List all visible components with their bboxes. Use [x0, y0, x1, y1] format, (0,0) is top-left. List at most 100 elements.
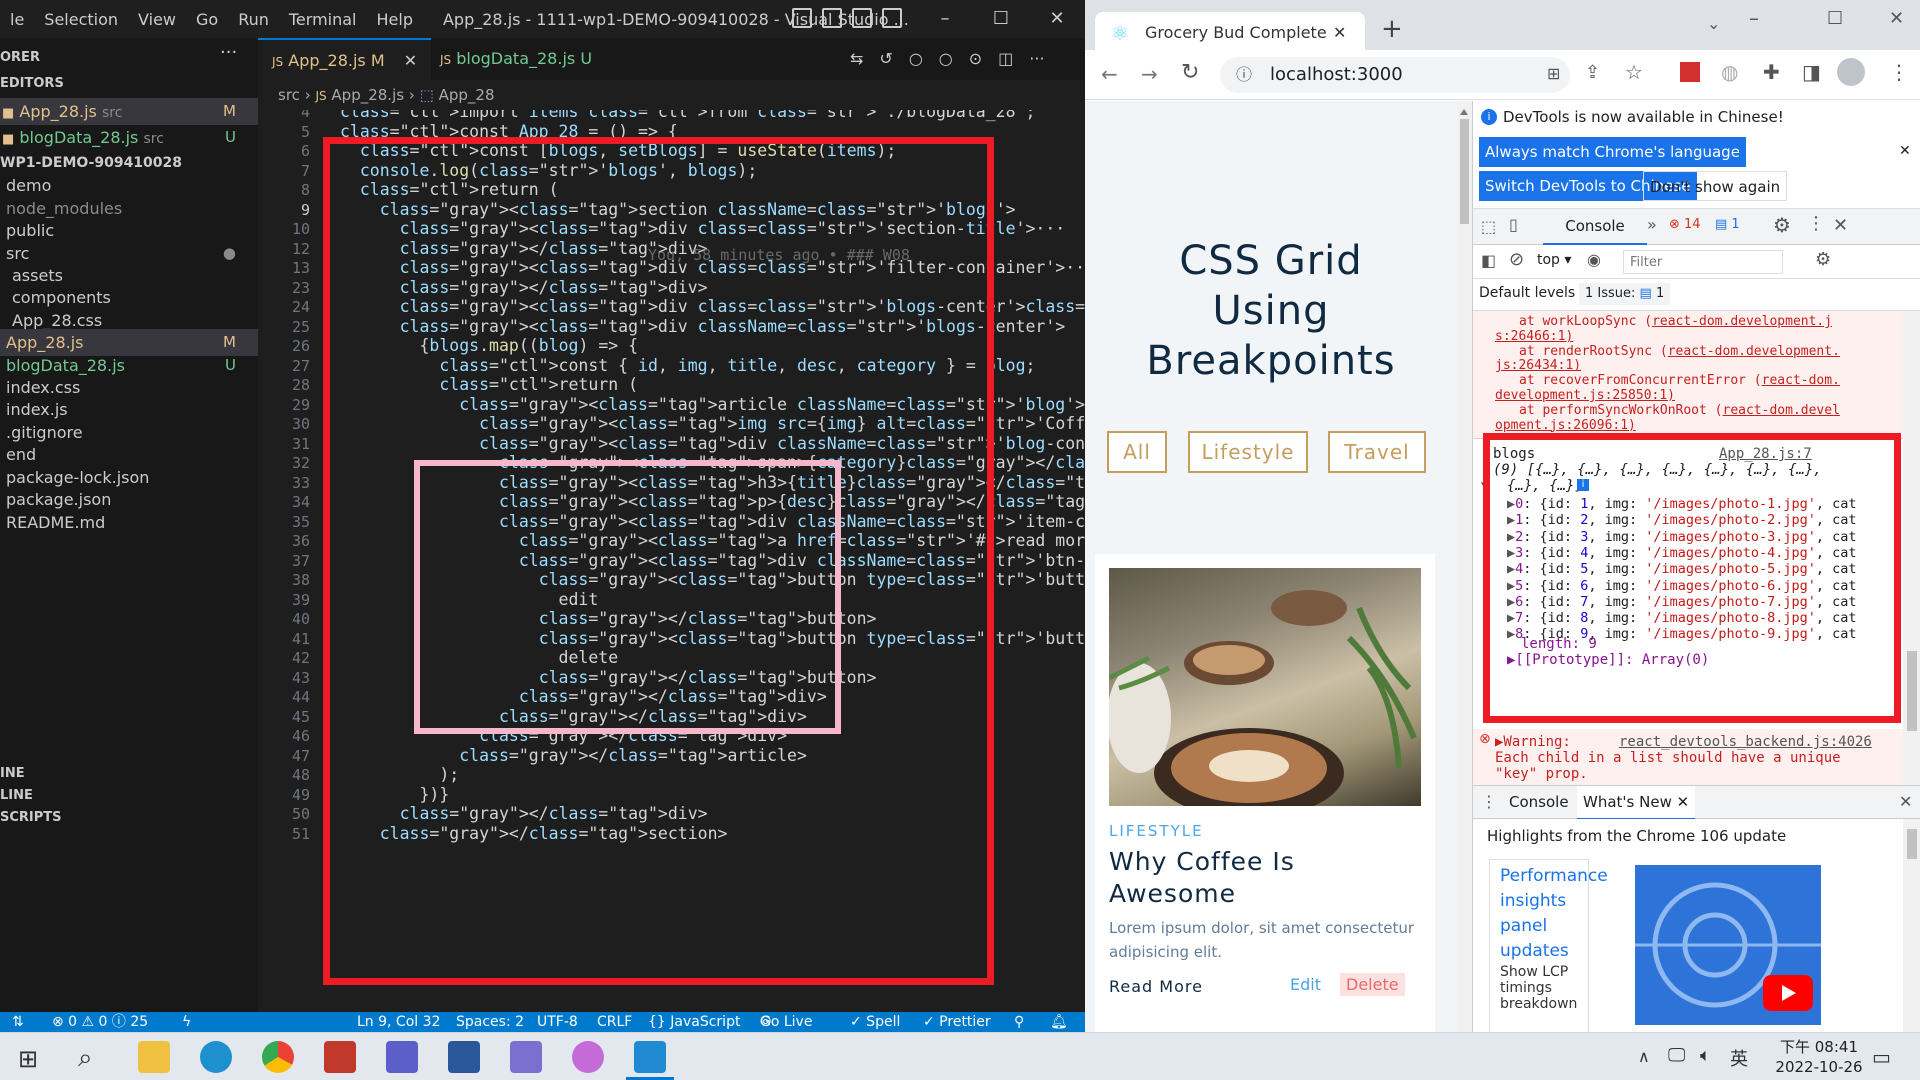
- menu-help[interactable]: Help: [367, 10, 423, 29]
- share-icon[interactable]: ⇪: [1585, 62, 1600, 83]
- context-selector[interactable]: top ▾: [1537, 252, 1571, 268]
- array-item[interactable]: ▶3: {id: 4, img: '/images/photo-4.jpg', …: [1507, 544, 1857, 562]
- address-bar[interactable]: ⓘ localhost:3000: [1220, 57, 1570, 93]
- breadcrumb-folder[interactable]: src: [278, 86, 300, 104]
- read-more-link[interactable]: Read More: [1109, 977, 1203, 996]
- menu-file[interactable]: le: [0, 10, 34, 29]
- array-item[interactable]: ▶7: {id: 8, img: '/images/photo-8.jpg', …: [1507, 609, 1857, 627]
- array-item[interactable]: ▶0: {id: 1, img: '/images/photo-1.jpg', …: [1507, 495, 1857, 513]
- tab-console[interactable]: Console: [1543, 209, 1647, 245]
- notification-center-icon[interactable]: ▭: [1872, 1045, 1891, 1069]
- indentation[interactable]: Spaces: 2: [456, 1012, 524, 1032]
- scrollbar-thumb[interactable]: [1460, 119, 1469, 224]
- tab-search-icon[interactable]: ⌄: [1707, 14, 1720, 33]
- word-icon[interactable]: [448, 1041, 480, 1073]
- filter-travel-button[interactable]: Travel: [1328, 431, 1426, 473]
- remote-icon[interactable]: ⇅: [12, 1012, 24, 1032]
- clear-console-icon[interactable]: ⊘: [1509, 249, 1524, 270]
- inspect-element-icon[interactable]: ⬚: [1481, 217, 1496, 236]
- reload-icon[interactable]: ↻: [1181, 60, 1199, 85]
- close-drawer-icon[interactable]: ✕: [1899, 792, 1912, 811]
- more-actions-icon[interactable]: ···: [1029, 49, 1044, 68]
- filter-all-button[interactable]: All: [1107, 431, 1167, 473]
- pdf-reader-icon[interactable]: [324, 1041, 356, 1073]
- search-icon[interactable]: ⌕: [78, 1043, 93, 1074]
- menu-view[interactable]: View: [128, 10, 186, 29]
- edit-button[interactable]: Edit: [1290, 975, 1321, 994]
- expand-arrow-icon[interactable]: ▶: [1507, 610, 1515, 626]
- always-match-language-button[interactable]: Always match Chrome's language: [1479, 137, 1746, 167]
- toggle-secondary-sidebar-icon[interactable]: [852, 8, 872, 28]
- whats-new-card[interactable]: Performance insights panel updates Show …: [1489, 859, 1608, 1032]
- network-icon[interactable]: 🖵︎: [1668, 1045, 1685, 1066]
- close-banner-icon[interactable]: ✕: [1899, 143, 1911, 159]
- cursor-position[interactable]: Ln 9, Col 32: [357, 1012, 440, 1032]
- array-prototype[interactable]: ▶[[Prototype]]: Array(0): [1507, 651, 1709, 669]
- stack-source-link[interactable]: react-dom.: [1762, 373, 1840, 388]
- drawer-menu-icon[interactable]: ⋮: [1481, 792, 1497, 811]
- minimize-icon[interactable]: –: [1749, 6, 1759, 30]
- scrollbar-thumb[interactable]: [1907, 651, 1917, 731]
- drawer-tab-whats-new[interactable]: What's New ✕: [1577, 786, 1696, 820]
- go-next-change-icon[interactable]: ○: [939, 49, 953, 68]
- open-editor-item[interactable]: ■ blogData_28.js src U: [0, 124, 258, 151]
- close-icon[interactable]: ✕: [1029, 0, 1085, 38]
- vscode-icon[interactable]: [634, 1041, 666, 1073]
- maximize-icon[interactable]: ☐: [973, 0, 1029, 38]
- translate-icon[interactable]: ⊞: [1547, 64, 1560, 83]
- minimize-icon[interactable]: –: [917, 0, 973, 38]
- expand-arrow-icon[interactable]: ▶: [1507, 594, 1515, 610]
- customize-layout-icon[interactable]: [882, 8, 902, 28]
- side-panel-icon[interactable]: ◨: [1802, 60, 1821, 84]
- chrome-icon[interactable]: [262, 1041, 294, 1073]
- stack-source-link[interactable]: react-dom.development.j: [1652, 314, 1832, 329]
- drawer-tab-console[interactable]: Console: [1509, 793, 1569, 811]
- customize-menu-icon[interactable]: ⋮: [1807, 213, 1825, 234]
- spell-status[interactable]: ✓ Spell: [850, 1012, 900, 1032]
- stack-source-link[interactable]: development.js:25850:1): [1495, 388, 1675, 403]
- prettier-status[interactable]: ✓ Prettier: [923, 1012, 991, 1032]
- clock[interactable]: 下午 08:41 2022-10-26: [1764, 1037, 1874, 1077]
- tab-blogdata-28[interactable]: JS blogData_28.js U: [426, 38, 606, 80]
- npm-scripts-section[interactable]: SCRIPTS: [0, 804, 258, 831]
- device-toolbar-icon[interactable]: ▯: [1509, 215, 1518, 234]
- toggle-sidebar-icon[interactable]: [792, 8, 812, 28]
- close-devtools-icon[interactable]: ✕: [1833, 215, 1848, 236]
- bookmark-star-icon[interactable]: ☆: [1625, 60, 1643, 84]
- encoding[interactable]: UTF-8: [537, 1012, 578, 1032]
- forward-icon[interactable]: →: [1141, 62, 1158, 86]
- scrollbar-thumb[interactable]: [1907, 829, 1917, 859]
- settings-gear-icon[interactable]: ⚙: [1773, 213, 1791, 237]
- code-editor[interactable]: 4 5 6 7 8 9 10 12 13 23 24 25 26 27 28 29 30 31 32 33 34 35 36…: [258, 110, 1085, 1012]
- teams-icon[interactable]: [386, 1041, 418, 1073]
- expand-arrow-icon[interactable]: ▶: [1507, 578, 1515, 594]
- notifications-icon[interactable]: 🔔︎: [1050, 1012, 1068, 1032]
- feedback-icon[interactable]: ⚲: [1014, 1012, 1024, 1032]
- lightning-icon[interactable]: ϟ: [182, 1012, 191, 1032]
- more-tabs-icon[interactable]: »: [1647, 215, 1657, 234]
- git-client-icon[interactable]: [510, 1041, 542, 1073]
- split-editor-icon[interactable]: ◫: [998, 49, 1013, 68]
- console-settings-icon[interactable]: ⚙: [1815, 249, 1831, 270]
- stack-source-link[interactable]: opment.js:26096:1): [1495, 418, 1636, 433]
- breadcrumb-file[interactable]: App_28.js: [331, 86, 404, 104]
- stack-source-link[interactable]: react-dom.development.: [1668, 344, 1840, 359]
- close-icon[interactable]: ✕: [1889, 8, 1904, 29]
- issues-button[interactable]: 1 Issue: ▤ 1: [1579, 283, 1671, 305]
- open-editors-header[interactable]: EDITORS: [0, 70, 258, 97]
- expand-arrow-icon[interactable]: ▶: [1507, 545, 1515, 561]
- expand-arrow-icon[interactable]: ▶: [1507, 496, 1515, 512]
- volume-icon[interactable]: 🔈︎: [1700, 1045, 1711, 1066]
- expand-arrow-icon[interactable]: ▶: [1507, 512, 1515, 528]
- close-tab-icon[interactable]: ✕: [1333, 12, 1346, 54]
- live-expression-eye-icon[interactable]: ◉: [1587, 250, 1601, 269]
- delete-button[interactable]: Delete: [1340, 973, 1405, 996]
- youtube-play-icon[interactable]: [1763, 975, 1813, 1011]
- tab-app-28[interactable]: JS App_28.js M ✕: [258, 38, 432, 80]
- language-mode[interactable]: {} JavaScript: [648, 1012, 740, 1032]
- input-method[interactable]: 英: [1730, 1045, 1748, 1071]
- page-scrollbar[interactable]: [1457, 101, 1472, 1032]
- dont-show-again-button[interactable]: Don't show again: [1643, 171, 1788, 201]
- more-actions-icon[interactable]: ···: [220, 42, 237, 63]
- whats-new-video-thumbnail[interactable]: [1635, 865, 1821, 1025]
